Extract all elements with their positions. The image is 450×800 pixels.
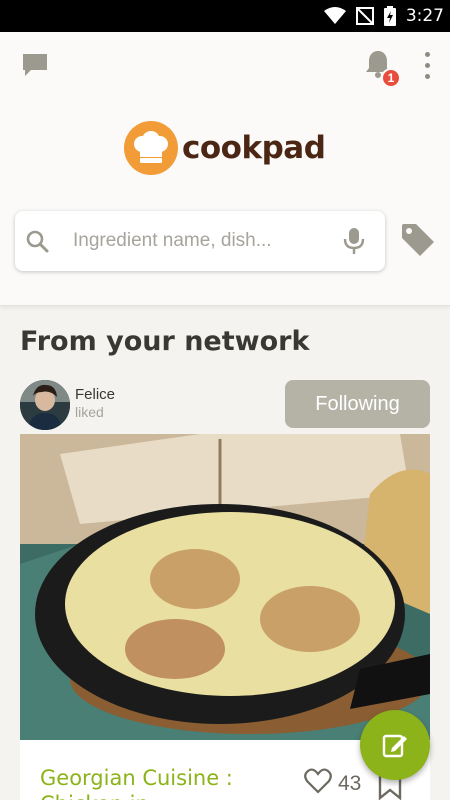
overflow-menu-button[interactable] bbox=[416, 48, 438, 82]
wifi-icon bbox=[323, 7, 346, 24]
no-signal-icon bbox=[355, 7, 374, 25]
activity-action: liked bbox=[75, 404, 104, 420]
search-icon bbox=[26, 230, 49, 253]
menu-dot-icon bbox=[424, 62, 430, 68]
cookpad-logo: cookpad bbox=[124, 120, 326, 176]
recipe-title[interactable]: Georgian Cuisine : bbox=[40, 766, 233, 790]
chat-icon bbox=[23, 54, 47, 76]
notifications-button[interactable]: 1 bbox=[360, 46, 401, 88]
menu-dot-icon bbox=[424, 73, 430, 79]
logo-wordmark: cookpad bbox=[182, 130, 326, 166]
battery-charging-icon bbox=[383, 6, 396, 26]
create-recipe-button[interactable] bbox=[360, 710, 430, 780]
search-input[interactable]: Ingredient name, dish... bbox=[15, 211, 385, 271]
search-placeholder: Ingredient name, dish... bbox=[73, 230, 272, 251]
tags-button[interactable] bbox=[400, 222, 440, 262]
like-count: 43 bbox=[338, 772, 362, 795]
activity-user-name[interactable]: Felice bbox=[75, 386, 115, 403]
section-title: From your network bbox=[20, 326, 310, 357]
menu-dot-icon bbox=[424, 51, 430, 57]
chat-button[interactable] bbox=[18, 48, 52, 82]
chef-hat-icon bbox=[124, 121, 178, 175]
status-bar: 3:27 bbox=[0, 0, 450, 32]
status-time: 3:27 bbox=[405, 6, 444, 26]
app-header: 1 cookpad Ingredient name, dish... bbox=[0, 32, 450, 306]
tag-icon bbox=[402, 224, 434, 256]
microphone-icon[interactable] bbox=[342, 227, 366, 255]
edit-icon bbox=[382, 734, 407, 758]
heart-icon[interactable] bbox=[304, 768, 332, 794]
notification-badge: 1 bbox=[381, 68, 401, 88]
recipe-image[interactable] bbox=[20, 434, 430, 740]
avatar[interactable] bbox=[20, 380, 70, 430]
recipe-title-continued[interactable]: Chicken in bbox=[40, 792, 149, 800]
following-button[interactable]: Following bbox=[285, 380, 430, 428]
